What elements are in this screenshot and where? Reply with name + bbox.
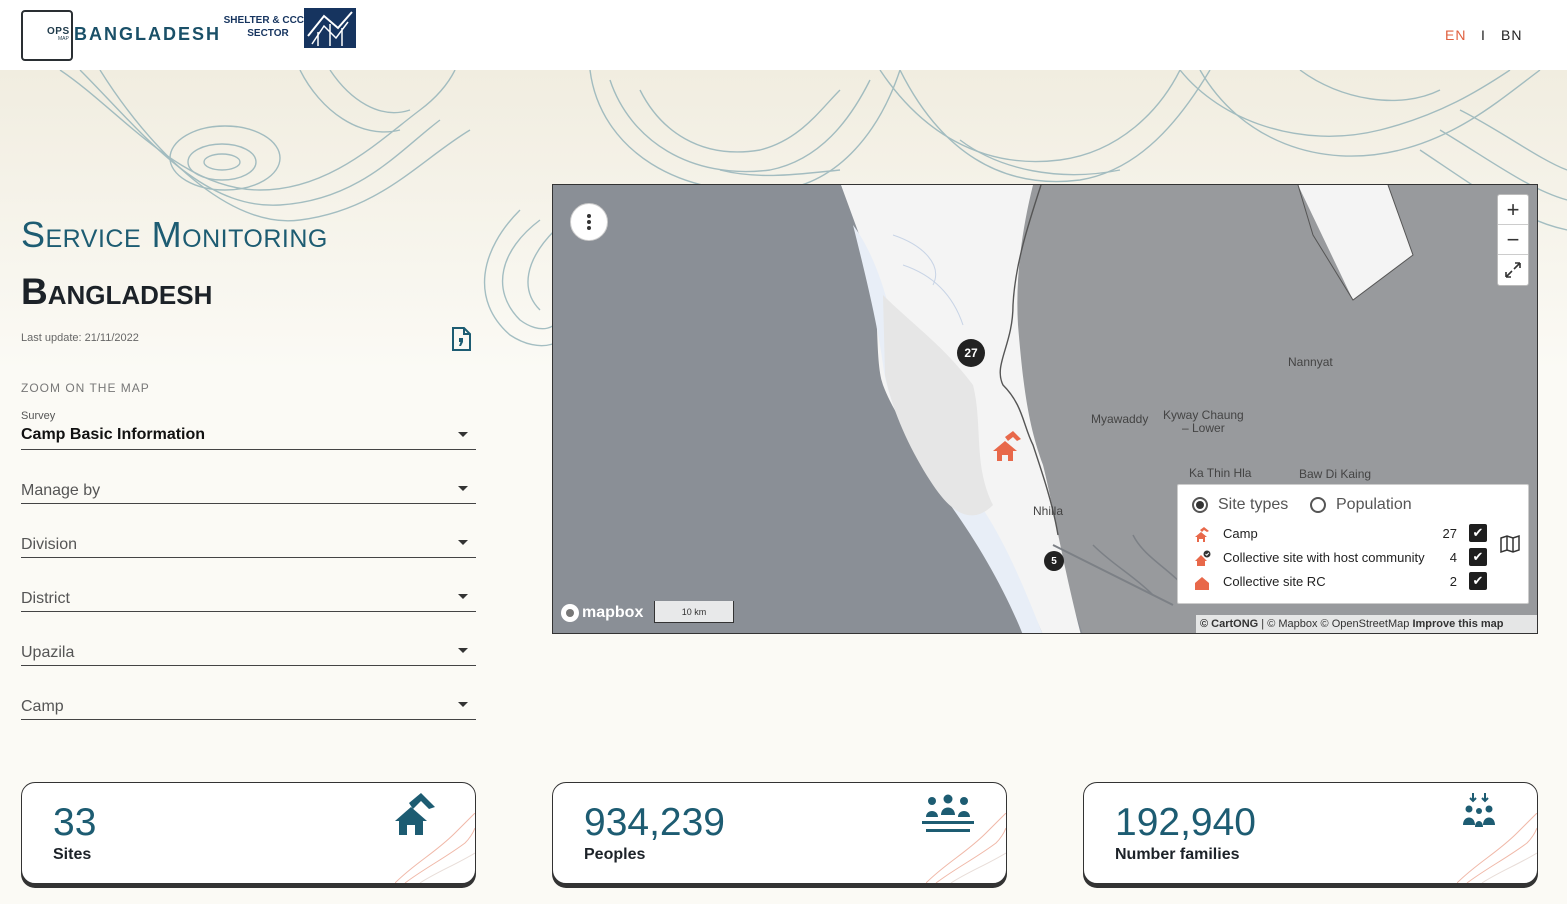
survey-value: Camp Basic Information bbox=[21, 426, 206, 443]
fullscreen-button[interactable] bbox=[1498, 255, 1528, 285]
map-scale-bar: 10 km bbox=[654, 601, 734, 623]
manage-by-select[interactable]: Manage by bbox=[21, 464, 476, 504]
collective-site-icon bbox=[1195, 577, 1209, 590]
zoom-section-label: ZOOM ON THE MAP bbox=[21, 381, 150, 395]
stat-card-peoples: 934,239 Peoples bbox=[552, 782, 1007, 884]
stat-value: 33 bbox=[53, 801, 97, 844]
legend-checkbox-collective-site[interactable]: ✔ bbox=[1469, 572, 1487, 590]
camp-icon bbox=[1195, 527, 1209, 542]
lang-bn-link[interactable]: BN bbox=[1501, 27, 1522, 43]
stat-label: Sites bbox=[53, 846, 92, 863]
expand-icon bbox=[1505, 262, 1521, 278]
mapbox-logo[interactable]: mapbox bbox=[561, 604, 643, 622]
zoom-in-button[interactable]: + bbox=[1498, 195, 1528, 225]
sector-line-2: SECTOR bbox=[247, 28, 289, 39]
attribution-cartong-link[interactable]: © CartONG bbox=[1200, 618, 1258, 630]
radio-site-types[interactable]: Site types bbox=[1192, 496, 1288, 514]
camp-select[interactable]: Camp bbox=[21, 680, 476, 720]
stat-value: 934,239 bbox=[584, 801, 725, 844]
last-update-text: Last update: 21/11/2022 bbox=[21, 332, 139, 344]
host-community-icon bbox=[1195, 550, 1211, 566]
legend-count: 27 bbox=[1442, 526, 1457, 541]
legend-checkbox-host-community[interactable]: ✔ bbox=[1469, 548, 1487, 566]
radio-site-types-label: Site types bbox=[1218, 496, 1289, 513]
page-title: Service Monitoring bbox=[21, 214, 328, 255]
chevron-down-icon bbox=[458, 648, 468, 653]
district-placeholder: District bbox=[21, 590, 70, 607]
logo-title[interactable]: BANGLADESH bbox=[74, 24, 221, 45]
decorative-swirl bbox=[1457, 813, 1537, 883]
legend-label: Camp bbox=[1223, 526, 1258, 541]
legend-label: Collective site with host community bbox=[1223, 550, 1425, 565]
decorative-swirl bbox=[395, 813, 475, 883]
map-layers-icon[interactable] bbox=[1500, 534, 1520, 554]
manage-by-placeholder: Manage by bbox=[21, 482, 101, 499]
place-label: Nhilla bbox=[1033, 504, 1064, 518]
sector-line-1: SHELTER & CCCM bbox=[223, 15, 313, 26]
map-legend: Site types Population Camp 27 ✔ Collecti… bbox=[1177, 484, 1529, 604]
upazila-placeholder: Upazila bbox=[21, 644, 75, 661]
place-label-line: – Lower bbox=[1182, 421, 1225, 435]
chevron-down-icon bbox=[458, 702, 468, 707]
chevron-down-icon bbox=[458, 540, 468, 545]
division-placeholder: Division bbox=[21, 536, 78, 553]
chevron-down-icon bbox=[458, 594, 468, 599]
download-report-icon[interactable] bbox=[451, 327, 471, 351]
legend-row-camp: Camp 27 ✔ bbox=[1194, 524, 1487, 544]
legend-row-collective-site: Collective site RC 2 ✔ bbox=[1194, 572, 1487, 592]
radio-population[interactable]: Population bbox=[1310, 496, 1412, 514]
shelter-sector-logo-icon bbox=[304, 8, 356, 48]
upazila-select[interactable]: Upazila bbox=[21, 626, 476, 666]
survey-select[interactable]: Survey Camp Basic Information bbox=[21, 410, 476, 450]
mapbox-icon bbox=[561, 604, 579, 622]
country-title: Bangladesh bbox=[21, 271, 213, 312]
map-cluster-marker[interactable]: 27 bbox=[957, 339, 985, 367]
chevron-down-icon bbox=[458, 486, 468, 491]
lang-en-link[interactable]: EN bbox=[1445, 27, 1466, 43]
stat-value: 192,940 bbox=[1115, 801, 1256, 844]
division-select[interactable]: Division bbox=[21, 518, 476, 558]
legend-row-host-community: Collective site with host community 4 ✔ bbox=[1194, 548, 1487, 568]
place-label: Myawaddy bbox=[1091, 412, 1149, 426]
place-label: Kyway Chaung – Lower bbox=[1163, 409, 1244, 435]
map-zoom-controls: + − bbox=[1497, 194, 1529, 286]
place-label: Ka Thin Hla bbox=[1189, 466, 1252, 480]
top-header: OPS MAP BANGLADESH SHELTER & CCCM SECTOR… bbox=[0, 0, 1567, 70]
survey-label: Survey bbox=[21, 410, 56, 422]
improve-map-link[interactable]: Improve this map bbox=[1412, 618, 1503, 630]
map-attribution: © CartONG | © Mapbox © OpenStreetMap Imp… bbox=[1196, 615, 1537, 633]
chevron-down-icon bbox=[458, 432, 468, 437]
legend-label: Collective site RC bbox=[1223, 574, 1326, 589]
stat-card-families: 192,940 Number families bbox=[1083, 782, 1538, 884]
map-cluster-marker[interactable]: 5 bbox=[1044, 551, 1064, 571]
camp-marker-icon[interactable] bbox=[991, 429, 1027, 465]
sector-name: SHELTER & CCCM SECTOR bbox=[222, 14, 314, 40]
mapbox-logo-text: mapbox bbox=[582, 604, 644, 621]
legend-count: 2 bbox=[1449, 574, 1457, 589]
map-options-button[interactable] bbox=[570, 203, 608, 241]
legend-checkbox-camp[interactable]: ✔ bbox=[1469, 524, 1487, 542]
camp-placeholder: Camp bbox=[21, 698, 64, 715]
lang-separator: I bbox=[1481, 27, 1486, 43]
place-label: Nannyat bbox=[1288, 355, 1333, 369]
place-label: Baw Di Kaing bbox=[1299, 467, 1372, 481]
decorative-swirl bbox=[926, 813, 1006, 883]
radio-unselected-icon bbox=[1310, 497, 1326, 513]
radio-population-label: Population bbox=[1336, 496, 1412, 513]
more-vertical-icon bbox=[587, 214, 591, 230]
stat-card-sites: 33 Sites bbox=[21, 782, 476, 884]
zoom-out-button[interactable]: − bbox=[1498, 225, 1528, 255]
stat-label: Number families bbox=[1115, 846, 1240, 863]
stat-label: Peoples bbox=[584, 846, 646, 863]
attribution-text: | © Mapbox © OpenStreetMap bbox=[1258, 618, 1413, 630]
map-view[interactable]: + − 27 5 Nannyat Myawaddy Kyway Chaung –… bbox=[552, 184, 1538, 634]
district-select[interactable]: District bbox=[21, 572, 476, 612]
logo-map-text: MAP bbox=[58, 36, 69, 42]
radio-selected-icon bbox=[1192, 497, 1208, 513]
legend-count: 4 bbox=[1449, 550, 1457, 565]
